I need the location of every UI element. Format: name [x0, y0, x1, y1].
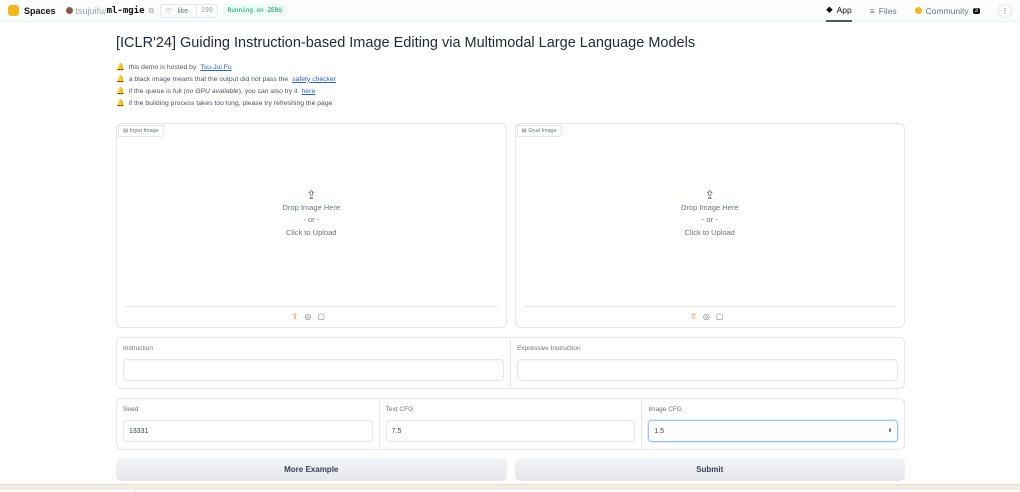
seed-label: Seed	[123, 406, 139, 413]
upload-icon: ⇪	[306, 188, 317, 202]
notes-list: 🔔 this demo is hosted by Tsu-Jui Fu 🔔 a bl…	[116, 61, 905, 109]
upload-source-icon[interactable]: ⇪	[690, 312, 703, 321]
spinner-icon[interactable]: ⬍	[888, 428, 892, 434]
expressive-instruction-label: Expressive Instruction	[517, 345, 581, 352]
webcam-icon[interactable]: ◎	[304, 312, 317, 321]
instruction-input[interactable]	[123, 359, 504, 381]
input-image-label: ▤ Input Image	[118, 125, 164, 137]
input-image-upload[interactable]: ▤ Input Image ⇪ Drop Image Here - or - Clic…	[116, 123, 507, 328]
copy-icon[interactable]: ⧉	[149, 6, 155, 16]
page-title: [ICLR'24] Guiding Instruction-based Imag…	[116, 35, 696, 51]
bell-icon: 🔔	[116, 64, 125, 71]
text-cfg-input[interactable]: 7.5	[385, 420, 636, 442]
text-cfg-label: Text CFG	[385, 406, 414, 413]
image-cfg-label: Image CFG	[648, 406, 682, 413]
upload-source-icon[interactable]: ⇪	[292, 312, 305, 321]
clipboard-icon[interactable]: ▢	[716, 312, 730, 321]
tab-community[interactable]: Community 3	[914, 0, 980, 22]
goal-image-upload[interactable]: ▤ Goal Image ⇪ Drop Image Here - or - Click…	[514, 123, 905, 328]
here-link[interactable]: here	[302, 88, 316, 95]
heart-icon: ♡ like	[165, 7, 188, 15]
community-badge: 3	[972, 7, 980, 14]
seed-input[interactable]: 13331	[123, 420, 373, 442]
app-icon: ◆	[826, 4, 833, 14]
tab-app[interactable]: ◆ App	[826, 0, 852, 22]
clipboard-icon[interactable]: ▢	[317, 312, 331, 321]
repo-link[interactable]: ml-mgie	[107, 6, 145, 16]
footer-bar	[0, 484, 1020, 490]
goal-image-label: ▤ Goal Image	[516, 125, 562, 137]
bell-icon: 🔔	[116, 100, 125, 107]
safety-checker-link[interactable]: safety checker	[292, 76, 336, 83]
webcam-icon[interactable]: ◎	[703, 312, 716, 321]
list-item: 🔔 a black image means that the output did…	[116, 75, 336, 84]
more-options-button[interactable]: ⋮	[998, 3, 1012, 18]
community-icon	[914, 7, 922, 14]
image-cfg-input[interactable]: 1.5 ⬍	[648, 420, 899, 442]
more-example-button[interactable]: More Example	[116, 458, 507, 481]
spaces-link[interactable]: Spaces	[24, 6, 56, 16]
like-button[interactable]: ♡ like 199	[160, 3, 218, 18]
expressive-instruction-input[interactable]	[517, 359, 898, 381]
instruction-label: Instruction	[123, 345, 153, 352]
list-item: 🔔 if the queue is full (no GPU available)…	[116, 87, 316, 96]
status-badge: Running on ZERO	[222, 4, 287, 17]
upload-icon: ⇪	[704, 188, 715, 202]
bell-icon: 🔔	[116, 88, 125, 95]
tab-files[interactable]: ≡ Files	[870, 0, 897, 22]
author-link[interactable]: Tsu-Jui Fu	[200, 64, 231, 71]
owner-link[interactable]: tsujuifu	[76, 6, 105, 16]
bell-icon: 🔔	[116, 76, 125, 83]
files-icon: ≡	[869, 5, 875, 16]
submit-button[interactable]: Submit	[514, 458, 905, 481]
list-item: 🔔 if the building process takes too long,…	[116, 99, 333, 108]
top-bar: Spaces tsujuifu / ml-mgie ⧉ ♡ like 199 Ru…	[0, 0, 1020, 22]
owner-avatar	[65, 7, 73, 14]
list-item: 🔔 this demo is hosted by Tsu-Jui Fu	[116, 63, 232, 72]
spaces-logo-icon	[8, 5, 19, 16]
like-count: 199	[195, 4, 217, 17]
